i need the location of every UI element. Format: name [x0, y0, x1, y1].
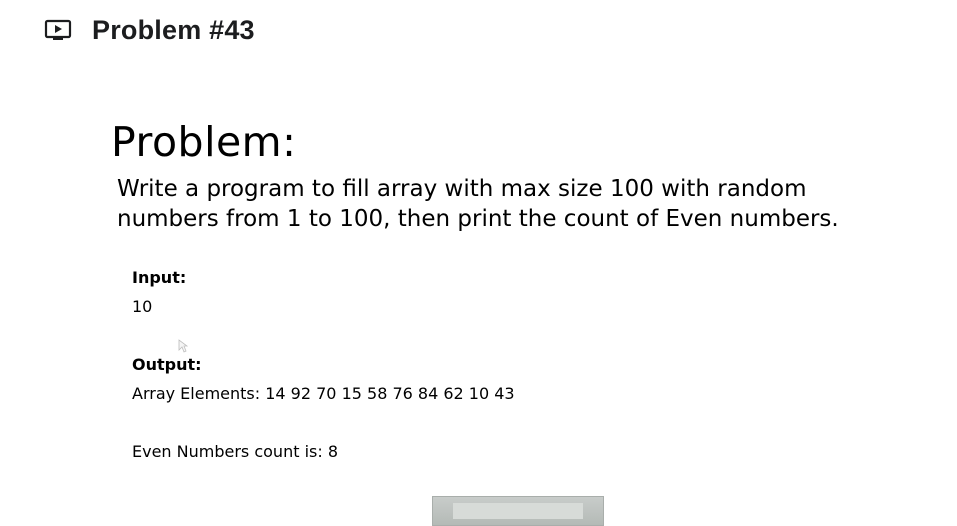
lesson-title: Problem #43 [92, 14, 255, 45]
slide-heading: Problem: [111, 118, 297, 166]
video-thumbnail-content [453, 503, 583, 519]
lesson-header: Problem #43 [44, 14, 255, 46]
problem-statement-line: numbers from 1 to 100, then print the co… [117, 206, 839, 232]
output-array-elements: Array Elements: 14 92 70 15 58 76 84 62 … [132, 384, 515, 403]
input-label: Input: [132, 268, 187, 287]
play-video-icon [44, 18, 72, 42]
problem-statement-line: Write a program to fill array with max s… [117, 176, 807, 202]
problem-statement: Write a program to fill array with max s… [117, 174, 937, 234]
video-thumbnail [432, 496, 604, 526]
output-label: Output: [132, 355, 202, 374]
output-even-count: Even Numbers count is: 8 [132, 442, 339, 461]
input-value: 10 [132, 297, 153, 316]
video-slide[interactable]: Problem: Write a program to fill array w… [0, 60, 957, 526]
mouse-cursor-icon [178, 338, 189, 353]
